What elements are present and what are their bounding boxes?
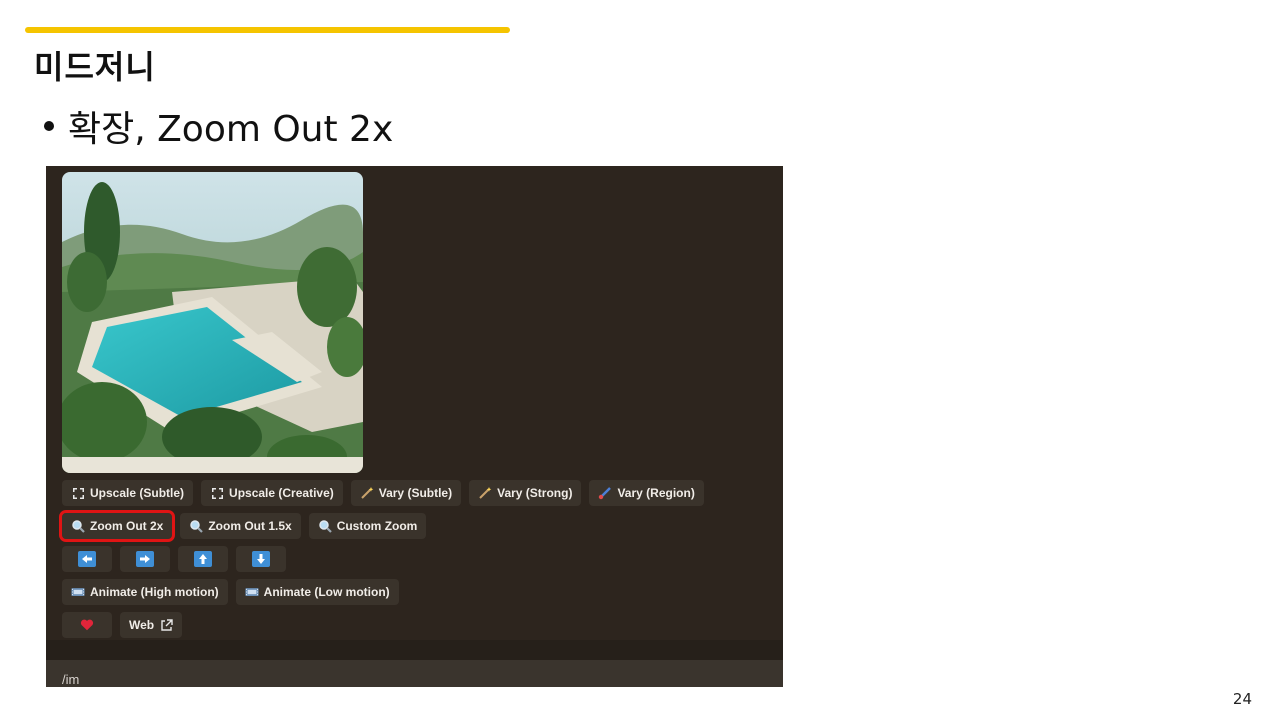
custom-zoom-button[interactable]: Custom Zoom [308, 513, 427, 539]
animate-high-motion-label: Animate (High motion) [90, 585, 219, 599]
upscale-subtle-button[interactable]: Upscale (Subtle) [62, 480, 194, 506]
arrow-up-icon [194, 551, 212, 567]
arrow-down-icon [252, 551, 270, 567]
heart-icon [80, 618, 94, 632]
pan-down-button[interactable] [236, 546, 286, 572]
custom-zoom-label: Custom Zoom [336, 519, 418, 533]
bullet-item: 확장, Zoom Out 2x [44, 100, 393, 152]
animate-high-motion-button[interactable]: Animate (High motion) [62, 579, 228, 605]
generated-image[interactable] [62, 172, 363, 473]
zoom-out-1-5x-label: Zoom Out 1.5x [208, 519, 292, 533]
vary-subtle-button[interactable]: Vary (Subtle) [350, 480, 462, 506]
magnifier-icon [318, 519, 332, 533]
button-row-pan [62, 546, 704, 572]
magnifier-icon [189, 519, 204, 533]
action-buttons: Upscale (Subtle) Upscale (Creative) Vary… [58, 480, 704, 645]
button-row-upscale-vary: Upscale (Subtle) Upscale (Creative) Vary… [62, 480, 704, 506]
button-row-zoom: Zoom Out 2x Zoom Out 1.5x Custom Zoom [58, 510, 704, 542]
upscale-creative-button[interactable]: Upscale (Creative) [201, 480, 343, 506]
arrow-left-icon [78, 551, 96, 567]
upscale-creative-label: Upscale (Creative) [229, 486, 334, 500]
button-row-misc: Web [62, 612, 704, 638]
web-label: Web [129, 618, 155, 632]
favorite-button[interactable] [62, 612, 112, 638]
vary-strong-button[interactable]: Vary (Strong) [469, 480, 582, 506]
bullet-dot [44, 121, 54, 131]
message-input[interactable]: /im [46, 660, 783, 687]
animate-low-motion-label: Animate (Low motion) [263, 585, 390, 599]
slide-title: 미드저니 [34, 48, 156, 86]
title-accent-bar [25, 27, 510, 33]
discord-screenshot: Upscale (Subtle) Upscale (Creative) Vary… [46, 166, 783, 687]
web-button[interactable]: Web [120, 612, 183, 638]
magic-wand-icon [360, 486, 374, 500]
magic-wand-icon [478, 486, 492, 500]
upscale-icon [71, 486, 85, 500]
upscale-icon [210, 486, 224, 500]
zoom-out-2x-button[interactable]: Zoom Out 2x [58, 510, 176, 542]
button-row-animate: Animate (High motion) Animate (Low motio… [62, 579, 704, 605]
pan-up-button[interactable] [178, 546, 228, 572]
upscale-subtle-label: Upscale (Subtle) [90, 486, 185, 500]
film-icon [71, 585, 85, 599]
pan-left-button[interactable] [62, 546, 112, 572]
paintbrush-icon [598, 486, 612, 500]
vary-region-label: Vary (Region) [617, 486, 695, 500]
magnifier-icon [71, 519, 85, 533]
message-divider [46, 640, 783, 660]
bullet-text: 확장, Zoom Out 2x [68, 109, 394, 150]
film-icon [245, 585, 259, 599]
zoom-out-1-5x-button[interactable]: Zoom Out 1.5x [180, 513, 301, 539]
zoom-out-2x-label: Zoom Out 2x [90, 519, 164, 533]
page-number: 24 [1232, 690, 1252, 708]
message-input-text: /im [62, 672, 80, 687]
pan-right-button[interactable] [120, 546, 170, 572]
arrow-right-icon [136, 551, 154, 567]
animate-low-motion-button[interactable]: Animate (Low motion) [235, 579, 399, 605]
external-link-icon [159, 618, 173, 632]
vary-strong-label: Vary (Strong) [497, 486, 573, 500]
vary-subtle-label: Vary (Subtle) [378, 486, 453, 500]
vary-region-button[interactable]: Vary (Region) [589, 480, 704, 506]
